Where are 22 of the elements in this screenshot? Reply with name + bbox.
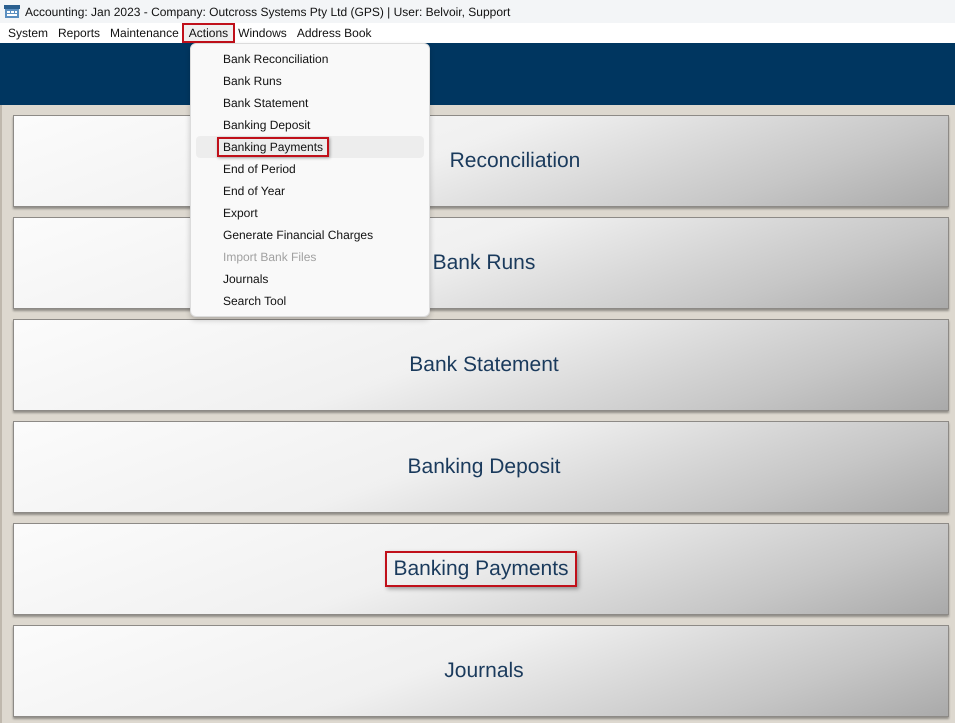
menu-item[interactable]: System <box>3 25 54 41</box>
dropdown-item[interactable]: Banking Payments <box>196 136 424 158</box>
menu-item[interactable]: Actions <box>184 25 234 41</box>
action-button[interactable]: Bank Statement <box>13 319 949 411</box>
menu-item[interactable]: Reports <box>53 25 106 41</box>
window-title: Accounting: Jan 2023 - Company: Outcross Systems Pty Ltd (GPS) | User: Belvoir, Support <box>25 4 510 18</box>
menu-item[interactable]: Windows <box>233 25 292 41</box>
app-icon <box>4 5 20 18</box>
dropdown-item[interactable]: Bank Runs <box>196 70 424 92</box>
dropdown-item[interactable]: Bank Reconciliation <box>196 48 424 70</box>
action-button[interactable]: Banking Payments <box>13 523 949 615</box>
dropdown-item[interactable]: Generate Financial Charges <box>196 224 424 246</box>
menu-item[interactable]: Maintenance <box>105 25 184 41</box>
action-button[interactable]: Banking Deposit <box>13 421 949 513</box>
menu-item[interactable]: Address Book <box>292 25 377 41</box>
dropdown-item[interactable]: Banking Deposit <box>196 114 424 136</box>
dropdown-item[interactable]: Search Tool <box>196 290 424 312</box>
dropdown-item[interactable]: End of Period <box>196 158 424 180</box>
dropdown-item[interactable]: End of Year <box>196 180 424 202</box>
action-button[interactable]: Journals <box>13 625 949 717</box>
dropdown-item[interactable]: Bank Statement <box>196 92 424 114</box>
dropdown-item[interactable]: Journals <box>196 268 424 290</box>
